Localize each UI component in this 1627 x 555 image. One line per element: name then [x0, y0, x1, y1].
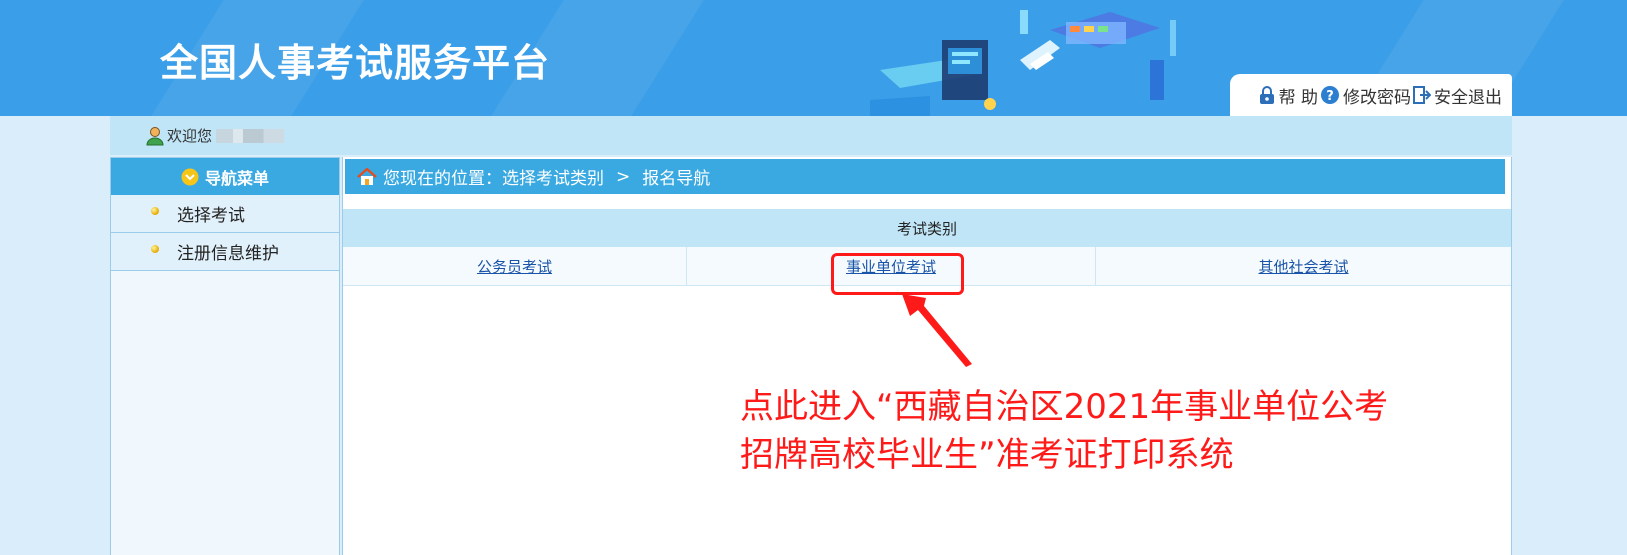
- bullet-icon: [151, 206, 159, 215]
- sidebar-item-select-exam[interactable]: 选择考试: [111, 195, 339, 233]
- sidebar-item-label: 选择考试: [177, 206, 245, 226]
- table-cell: 其他社会考试: [1096, 247, 1511, 285]
- annotation-text: 点此进入“西藏自治区2021年事业单位公考 招牌高校毕业生”准考证打印系统: [740, 383, 1420, 479]
- question-icon: ?: [1321, 86, 1339, 104]
- breadcrumb-separator: >: [616, 166, 631, 187]
- table-cell: 公务员考试: [343, 247, 687, 285]
- exam-category-header: 考试类别: [343, 209, 1511, 247]
- sidebar-item-label: 注册信息维护: [177, 244, 279, 264]
- home-icon: [357, 167, 377, 185]
- bullet-icon: [151, 244, 159, 253]
- help-label: 帮 助: [1278, 87, 1318, 108]
- change-password-link[interactable]: ? 修改密码: [1320, 83, 1411, 108]
- other-social-exam-link[interactable]: 其他社会考试: [1258, 256, 1348, 277]
- breadcrumb-item: 报名导航: [642, 169, 711, 189]
- sidebar: 导航菜单 选择考试 注册信息维护: [110, 157, 340, 555]
- user-icon: [146, 126, 164, 145]
- username-redacted: [216, 128, 285, 143]
- logout-link[interactable]: 安全退出: [1413, 83, 1502, 108]
- annotation-arrow-icon: [902, 294, 972, 367]
- site-title: 全国人事考试服务平台: [160, 41, 551, 85]
- lock-icon: [1259, 86, 1274, 104]
- welcome-bar: 欢迎您: [110, 116, 1512, 155]
- breadcrumb-item: 选择考试类别: [502, 169, 604, 189]
- change-password-label: 修改密码: [1343, 87, 1411, 108]
- header-toolbar: 帮 助 ? 修改密码 安全退出: [1230, 74, 1512, 116]
- logout-icon: [1413, 86, 1431, 104]
- breadcrumb-prefix: 您现在的位置：: [383, 169, 502, 189]
- sidebar-item-registration-info[interactable]: 注册信息维护: [111, 233, 339, 271]
- annotation-line: 招牌高校毕业生”准考证打印系统: [740, 435, 1234, 475]
- header-illustration: [870, 10, 1176, 116]
- civil-servant-exam-link[interactable]: 公务员考试: [477, 256, 552, 277]
- page-header: 全国人事考试服务平台 帮 助 ? 修改密码 安全退出: [0, 0, 1627, 116]
- welcome-label: 欢迎您: [167, 127, 213, 145]
- logout-label: 安全退出: [1434, 87, 1502, 108]
- help-link[interactable]: 帮 助: [1258, 83, 1318, 108]
- annotation-line: 点此进入“西藏自治区2021年事业单位公考: [740, 387, 1389, 427]
- sidebar-header: 导航菜单: [111, 158, 339, 195]
- breadcrumb: 您现在的位置： 选择考试类别 > 报名导航: [345, 159, 1505, 194]
- chevron-down-icon: [181, 168, 199, 185]
- svg-text:?: ?: [1326, 89, 1334, 104]
- sidebar-title: 导航菜单: [204, 168, 269, 188]
